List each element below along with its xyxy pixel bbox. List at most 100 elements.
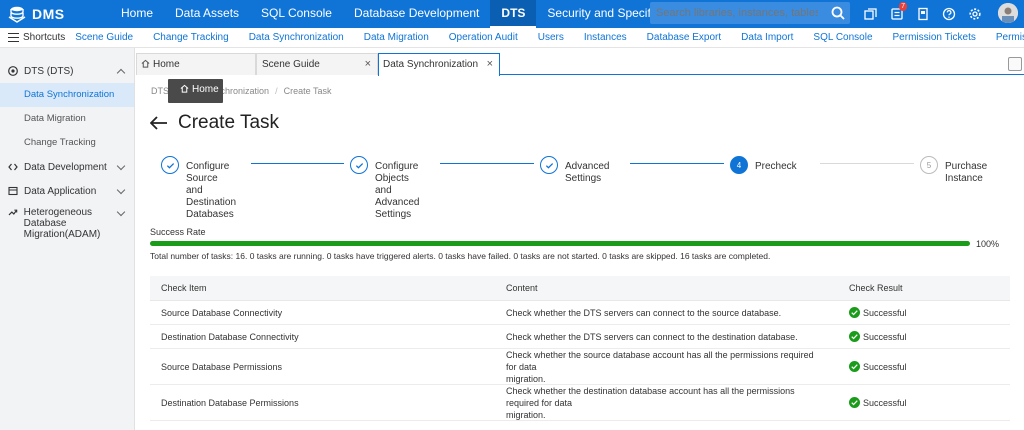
- tab-label: Scene Guide: [262, 59, 320, 70]
- menu-icon: [8, 33, 19, 42]
- dts-icon: [8, 66, 18, 76]
- table-row: Destination Database Permissions Check wh…: [150, 385, 1010, 421]
- chevron-up-icon: [116, 68, 126, 78]
- content-text: Check whether the source database accoun…: [506, 349, 826, 385]
- shortcuts-toggle[interactable]: Shortcuts: [0, 32, 65, 43]
- table-body: Source Database Connectivity Check whethe…: [150, 301, 1010, 421]
- shortcut-permission-tickets[interactable]: Permission Tickets: [883, 32, 986, 43]
- gear-icon: [969, 8, 981, 20]
- check-result-text: Successful: [863, 331, 907, 342]
- success-check-icon: [849, 361, 860, 372]
- app-logo[interactable]: DMS: [0, 0, 110, 28]
- content-cell: Check whether the DTS servers can connec…: [506, 325, 826, 348]
- check-result-text: Successful: [863, 397, 907, 408]
- nav-item-database-development[interactable]: Database Development: [343, 0, 490, 28]
- shortcut-users[interactable]: Users: [528, 32, 574, 43]
- global-search: [650, 2, 850, 24]
- sidebar-group-adam[interactable]: Heterogeneous Database Migration(ADAM): [0, 203, 134, 240]
- tab-home[interactable]: Home: [136, 53, 256, 75]
- task-summary: Total number of tasks: 16. 0 tasks are r…: [150, 251, 771, 261]
- nav-item-dts[interactable]: DTS: [490, 0, 537, 28]
- tab-label: Data Synchronization: [383, 59, 479, 70]
- user-avatar[interactable]: [998, 3, 1018, 23]
- content-cell: Check whether the destination database a…: [506, 385, 826, 420]
- close-icon[interactable]: ×: [365, 54, 371, 75]
- nav-item-home[interactable]: Home: [110, 0, 164, 28]
- global-search-input[interactable]: [650, 7, 818, 19]
- search-icon[interactable]: [830, 5, 846, 21]
- step-label-line: Precheck: [755, 161, 797, 172]
- checkmark-icon: [355, 162, 363, 169]
- shortcut-list: Scene Guide Change Tracking Data Synchroni…: [65, 32, 1024, 43]
- page-header: Create Task: [150, 112, 279, 134]
- breadcrumb-dts[interactable]: DTS: [151, 86, 169, 96]
- shortcut-data-migration[interactable]: Data Migration: [354, 32, 439, 43]
- shortcut-permissions[interactable]: Permissions: [986, 32, 1024, 43]
- step-5-label: Purchase Instance: [945, 161, 987, 185]
- check-item-cell: Source Database Connectivity: [161, 307, 283, 318]
- success-check-icon: [849, 307, 860, 318]
- sidebar-group-dts[interactable]: DTS (DTS): [0, 59, 134, 83]
- content-text: Check whether the DTS servers can connec…: [506, 307, 781, 319]
- sidebar-group-data-application[interactable]: Data Application: [0, 179, 134, 203]
- step-label-line: Configure: [375, 161, 419, 172]
- sidebar-item-data-synchronization[interactable]: Data Synchronization: [0, 83, 134, 107]
- shortcut-scene-guide[interactable]: Scene Guide: [65, 32, 143, 43]
- shortcut-data-synchronization[interactable]: Data Synchronization: [239, 32, 354, 43]
- tab-data-synchronization[interactable]: Data Synchronization ×: [378, 53, 500, 76]
- sidebar-item-change-tracking[interactable]: Change Tracking: [0, 131, 134, 155]
- content-cell: Check whether the source database accoun…: [506, 349, 826, 384]
- shortcut-database-export[interactable]: Database Export: [637, 32, 732, 43]
- step-connector: [251, 163, 344, 164]
- tab-scene-guide[interactable]: Scene Guide ×: [256, 53, 378, 75]
- tab-label: Home: [153, 59, 180, 70]
- workspace-button[interactable]: [858, 0, 884, 28]
- shortcut-operation-audit[interactable]: Operation Audit: [439, 32, 528, 43]
- check-item-cell: Destination Database Permissions: [161, 397, 299, 408]
- notification-badge: 7: [899, 2, 907, 11]
- notification-button[interactable]: 7: [884, 0, 910, 28]
- user-avatar-icon: [998, 3, 1018, 23]
- back-arrow-icon[interactable]: [150, 116, 168, 130]
- step-1-label: Configure Source and Destination Databases: [186, 161, 236, 221]
- step-3-label: Advanced Settings: [565, 161, 609, 185]
- success-check-icon: [849, 331, 860, 342]
- page-title: Create Task: [178, 112, 280, 133]
- code-icon: [8, 163, 18, 171]
- close-icon[interactable]: ×: [487, 54, 493, 75]
- stack-icon: [864, 8, 877, 20]
- shortcut-sql-console[interactable]: SQL Console: [803, 32, 882, 43]
- sidebar-group-data-development[interactable]: Data Development: [0, 155, 134, 179]
- nav-item-sql-console[interactable]: SQL Console: [250, 0, 343, 28]
- content-line: Check whether the source database accoun…: [506, 349, 814, 372]
- shortcut-instances[interactable]: Instances: [574, 32, 637, 43]
- column-header-content: Content: [506, 283, 538, 293]
- sidebar-item-data-migration[interactable]: Data Migration: [0, 107, 134, 131]
- step-label-line: Advanced: [565, 161, 610, 172]
- settings-button[interactable]: [962, 0, 988, 28]
- step-label-line: Settings: [565, 173, 602, 184]
- check-item-cell: Destination Database Connectivity: [161, 331, 299, 342]
- shortcut-change-tracking[interactable]: Change Tracking: [143, 32, 239, 43]
- nav-item-data-assets[interactable]: Data Assets: [164, 0, 250, 28]
- top-toolbar: 7: [858, 0, 988, 28]
- success-rate-progress: [150, 241, 970, 246]
- step-label-line: Configure: [186, 161, 230, 172]
- step-label-line: Databases: [186, 209, 234, 220]
- content-line: Check whether the DTS servers can connec…: [506, 307, 782, 318]
- step-connector: [440, 163, 534, 164]
- breadcrumb-current: Create Task: [283, 86, 332, 96]
- tickets-button[interactable]: [910, 0, 936, 28]
- step-connector: [820, 163, 914, 164]
- tab-scroll-button[interactable]: [1008, 57, 1022, 71]
- step-label-line: Destination: [186, 197, 237, 208]
- step-2-label: Configure Objects and Advanced Settings: [375, 161, 419, 221]
- home-icon: [180, 84, 189, 93]
- content-text: Check whether the destination database a…: [506, 385, 826, 421]
- shortcut-data-import[interactable]: Data Import: [731, 32, 803, 43]
- sidebar-group-label: DTS (DTS): [24, 65, 74, 77]
- step-3-indicator: [540, 156, 558, 174]
- shortcuts-label: Shortcuts: [23, 32, 66, 43]
- help-button[interactable]: [936, 0, 962, 28]
- content-cell: Check whether the DTS servers can connec…: [506, 301, 826, 324]
